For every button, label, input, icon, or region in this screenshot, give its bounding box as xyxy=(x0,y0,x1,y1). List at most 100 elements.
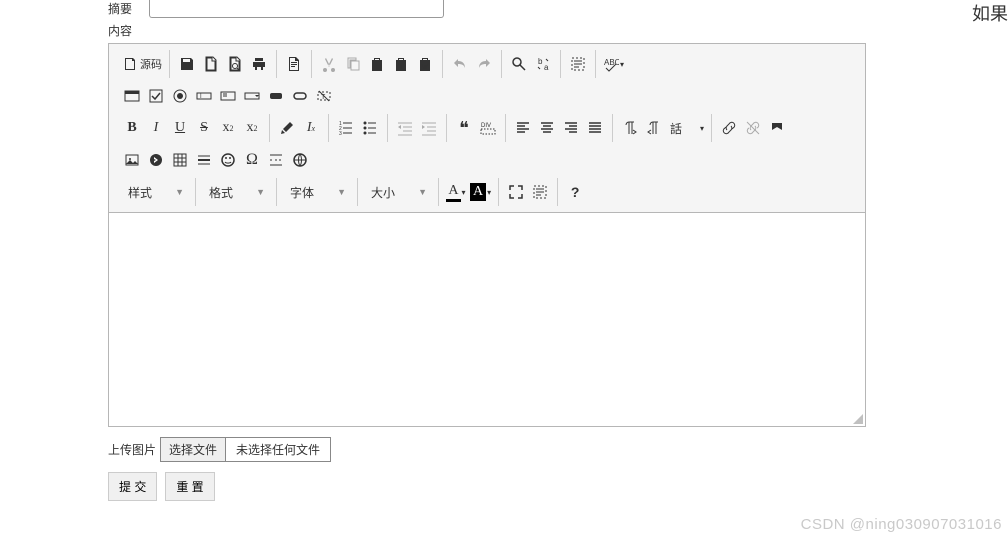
cut-button[interactable] xyxy=(317,52,341,76)
underline-button[interactable]: U xyxy=(168,116,192,140)
smiley-button[interactable] xyxy=(216,148,240,172)
image-button[interactable] xyxy=(120,148,144,172)
preview-button[interactable] xyxy=(223,52,247,76)
blockquote-button[interactable]: ❝ xyxy=(452,116,476,140)
replace-button[interactable]: ba xyxy=(531,52,555,76)
hr-button[interactable] xyxy=(192,148,216,172)
maximize-icon xyxy=(508,184,524,200)
ltr-button[interactable] xyxy=(618,116,642,140)
removeformat-button[interactable]: Ix xyxy=(299,116,323,140)
svg-text:W: W xyxy=(422,65,428,71)
reset-button[interactable]: 重 置 xyxy=(165,472,214,501)
textarea-button[interactable] xyxy=(216,84,240,108)
unlink-button[interactable] xyxy=(741,116,765,140)
subscript-button[interactable]: x2 xyxy=(216,116,240,140)
selectall-button[interactable] xyxy=(566,52,590,76)
select-button[interactable] xyxy=(240,84,264,108)
svg-text:ABC: ABC xyxy=(604,58,619,67)
link-button[interactable] xyxy=(717,116,741,140)
copyformat-button[interactable] xyxy=(275,116,299,140)
templates-button[interactable] xyxy=(282,52,306,76)
radio-button[interactable] xyxy=(168,84,192,108)
align-justify-button[interactable] xyxy=(583,116,607,140)
superscript-button[interactable]: x2 xyxy=(240,116,264,140)
redo-button[interactable] xyxy=(472,52,496,76)
textfield-icon: I xyxy=(196,88,212,104)
showblocks-icon xyxy=(532,184,548,200)
paste-word-button[interactable]: W xyxy=(413,52,437,76)
textcolor-button[interactable]: A▾ xyxy=(444,180,468,204)
bgcolor-button[interactable]: A▾ xyxy=(468,180,493,204)
print-icon xyxy=(251,56,267,72)
rtl-icon xyxy=(646,120,662,136)
showblocks-button[interactable] xyxy=(528,180,552,204)
select-icon xyxy=(244,88,260,104)
flash-button[interactable] xyxy=(144,148,168,172)
align-right-button[interactable] xyxy=(559,116,583,140)
checkbox-button[interactable] xyxy=(144,84,168,108)
numberedlist-button[interactable]: 123 xyxy=(334,116,358,140)
editor-toolbar: 源码 T W xyxy=(108,43,866,212)
iframe-button[interactable] xyxy=(288,148,312,172)
anchor-icon xyxy=(769,120,785,136)
editor-content-area[interactable] xyxy=(108,212,866,427)
table-button[interactable] xyxy=(168,148,192,172)
indent-icon xyxy=(421,120,437,136)
bulletlist-button[interactable] xyxy=(358,116,382,140)
imagebutton-button[interactable] xyxy=(288,84,312,108)
undo-button[interactable] xyxy=(448,52,472,76)
redo-icon xyxy=(476,56,492,72)
spellcheck-button[interactable]: ABC▾ xyxy=(601,52,626,76)
format-combo[interactable]: 格式▼ xyxy=(201,180,271,204)
language-combo[interactable]: 話▾ xyxy=(666,116,706,140)
submit-button[interactable]: 提 交 xyxy=(108,472,157,501)
copy-button[interactable] xyxy=(341,52,365,76)
hiddenfield-button[interactable]: T xyxy=(312,84,336,108)
choose-file-button[interactable]: 选择文件 xyxy=(161,438,226,461)
align-center-button[interactable] xyxy=(535,116,559,140)
hiddenfield-icon: T xyxy=(316,88,332,104)
flash-icon xyxy=(148,152,164,168)
content-label: 内容 xyxy=(108,22,143,39)
align-left-button[interactable] xyxy=(511,116,535,140)
bold-button[interactable]: B xyxy=(120,116,144,140)
paste-text-button[interactable]: T xyxy=(389,52,413,76)
unlink-icon xyxy=(745,120,761,136)
radio-icon xyxy=(172,88,188,104)
summary-input[interactable] xyxy=(149,0,444,18)
pagebreak-button[interactable] xyxy=(264,148,288,172)
outdent-button[interactable] xyxy=(393,116,417,140)
table-icon xyxy=(172,152,188,168)
button-icon xyxy=(268,88,284,104)
save-button[interactable] xyxy=(175,52,199,76)
size-combo[interactable]: 大小▼ xyxy=(363,180,433,204)
maximize-button[interactable] xyxy=(504,180,528,204)
newpage-button[interactable] xyxy=(199,52,223,76)
anchor-button[interactable] xyxy=(765,116,789,140)
selectall-icon xyxy=(570,56,586,72)
source-button[interactable]: 源码 xyxy=(120,52,164,76)
summary-label: 摘要 xyxy=(108,0,143,17)
specialchar-button[interactable]: Ω xyxy=(240,148,264,172)
print-button[interactable] xyxy=(247,52,271,76)
file-status-text: 未选择任何文件 xyxy=(226,438,330,461)
strike-button[interactable]: S xyxy=(192,116,216,140)
rtl-button[interactable] xyxy=(642,116,666,140)
resize-grip[interactable] xyxy=(853,414,863,424)
div-button[interactable]: DIV xyxy=(476,116,500,140)
find-icon xyxy=(511,56,527,72)
link-icon xyxy=(721,120,737,136)
file-chooser[interactable]: 选择文件 未选择任何文件 xyxy=(160,437,331,462)
about-button[interactable]: ? xyxy=(563,180,587,204)
newpage-icon xyxy=(203,56,219,72)
indent-button[interactable] xyxy=(417,116,441,140)
style-combo[interactable]: 样式▼ xyxy=(120,180,190,204)
templates-icon xyxy=(286,56,302,72)
font-combo[interactable]: 字体▼ xyxy=(282,180,352,204)
form-button[interactable] xyxy=(120,84,144,108)
paste-button[interactable] xyxy=(365,52,389,76)
button-button[interactable] xyxy=(264,84,288,108)
textfield-button[interactable]: I xyxy=(192,84,216,108)
italic-button[interactable]: I xyxy=(144,116,168,140)
find-button[interactable] xyxy=(507,52,531,76)
